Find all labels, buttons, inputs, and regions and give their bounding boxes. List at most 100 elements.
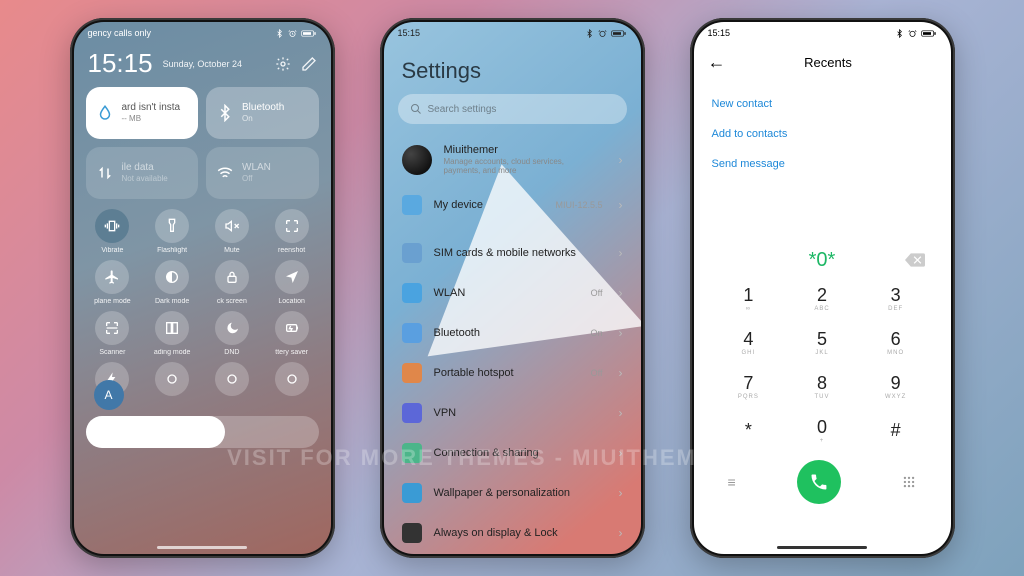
settings-row-wlan[interactable]: WLANOff› [384,273,641,313]
carrier-text: gency calls only [88,28,152,38]
phone-dialer: 15:15 ← Recents New contact Add to conta… [690,18,955,558]
keypad-toggle-icon[interactable] [902,475,916,489]
status-time: 15:15 [398,28,421,38]
phone-icon [809,472,829,492]
toggle-ck screen[interactable]: ck screen [205,260,259,305]
status-icons [585,29,627,38]
toggle-plane mode[interactable]: plane mode [86,260,140,305]
toggle-Dark mode[interactable]: Dark mode [145,260,199,305]
battery-saver-icon [284,320,300,336]
toggle-generic-icon[interactable] [205,362,259,400]
dnd-icon [224,320,240,336]
key-4[interactable]: 4GHI [712,320,786,364]
location-icon [284,269,300,285]
search-icon [410,103,422,115]
settings-row-always-on-display-lock[interactable]: Always on display & Lock› [384,513,641,553]
call-button[interactable] [797,460,841,504]
key-5[interactable]: 5JKL [785,320,859,364]
home-indicator[interactable] [777,546,867,549]
toggle-Vibrate[interactable]: Vibrate [86,209,140,254]
toggle-Scanner[interactable]: Scanner [86,311,140,356]
device-icon [402,195,422,215]
generic-icon [224,371,240,387]
toggle-generic-icon[interactable] [145,362,199,400]
chevron-right-icon: › [619,153,623,167]
settings-row-portable-hotspot[interactable]: Portable hotspotOff› [384,353,641,393]
reading-icon [164,320,180,336]
key-1[interactable]: 1∞ [712,276,786,320]
menu-icon[interactable]: ≡ [728,474,736,490]
key-8[interactable]: 8TUV [785,364,859,408]
battery-icon [301,29,317,38]
wifi-icon [402,283,422,303]
toggle-ttery saver[interactable]: ttery saver [265,311,319,356]
toggle-Mute[interactable]: Mute [205,209,259,254]
alarm-icon [288,29,297,38]
settings-row-vpn[interactable]: VPN› [384,393,641,433]
toggle-Flashlight[interactable]: Flashlight [145,209,199,254]
dialed-number: *0* [809,249,836,271]
edit-icon[interactable] [301,56,317,72]
toggle-Location[interactable]: Location [265,260,319,305]
toggle-DND[interactable]: DND [205,311,259,356]
toggle-generic-icon[interactable] [265,362,319,400]
key-6[interactable]: 6MNO [859,320,933,364]
settings-row-bluetooth[interactable]: BluetoothOn› [384,313,641,353]
wallpaper-icon [402,483,422,503]
phone-settings: 15:15 Settings Search settings Miuitheme… [380,18,645,558]
vpn-icon [402,403,422,423]
settings-row-wallpaper-personalization[interactable]: Wallpaper & personalization› [384,473,641,513]
clock-time: 15:15 [88,48,153,79]
send-message-link[interactable]: Send message [712,149,933,179]
brightness-slider[interactable] [86,416,319,448]
chevron-right-icon: › [619,526,623,540]
tile-bluetooth[interactable]: BluetoothOn [206,87,319,139]
bluetooth-status-icon [585,29,594,38]
key-7[interactable]: 7PQRS [712,364,786,408]
auto-brightness-toggle[interactable]: A [94,380,124,410]
settings-row-sim-cards-mobile-networks[interactable]: SIM cards & mobile networks› [384,233,641,273]
tile-wlan[interactable]: WLANOff [206,147,319,199]
airplane-icon [104,269,120,285]
key-9[interactable]: 9WXYZ [859,364,933,408]
settings-title: Settings [384,44,641,94]
chevron-right-icon: › [619,406,623,420]
settings-row-connection-sharing[interactable]: Connection & sharing› [384,433,641,473]
tile-data-usage[interactable]: ard isn't insta-- MB [86,87,199,139]
alarm-icon [598,29,607,38]
add-to-contacts-link[interactable]: Add to contacts [712,119,933,149]
bluetooth-status-icon [275,29,284,38]
mute-icon [224,218,240,234]
bluetooth-icon [216,104,234,122]
new-contact-link[interactable]: New contact [712,89,933,119]
generic-icon [164,371,180,387]
settings-gear-icon[interactable] [275,56,291,72]
backspace-icon[interactable] [905,253,925,267]
chevron-right-icon: › [619,198,623,212]
flashlight-icon [164,218,180,234]
key-#[interactable]: # [859,408,933,452]
toggle-reenshot[interactable]: reenshot [265,209,319,254]
key-*[interactable]: * [712,408,786,452]
vibrate-icon [104,218,120,234]
share-icon [402,443,422,463]
battery-icon [611,29,627,38]
key-0[interactable]: 0+ [785,408,859,452]
lock-icon [224,269,240,285]
account-row[interactable]: MiuithemerManage accounts, cloud service… [384,134,641,185]
sim-icon [402,243,422,263]
toggle-ading mode[interactable]: ading mode [145,311,199,356]
status-icons [895,29,937,38]
tile-mobile-data[interactable]: ile dataNot available [86,147,199,199]
chevron-right-icon: › [619,486,623,500]
my-device-row[interactable]: My device MIUI-12.5.5 › [384,185,641,225]
screenshot-icon [284,218,300,234]
status-icons [275,29,317,38]
search-input[interactable]: Search settings [398,94,627,124]
bluetooth-icon [402,323,422,343]
hotspot-icon [402,363,422,383]
key-3[interactable]: 3DEF [859,276,933,320]
back-button[interactable]: ← [708,52,726,73]
home-indicator[interactable] [157,546,247,549]
key-2[interactable]: 2ABC [785,276,859,320]
